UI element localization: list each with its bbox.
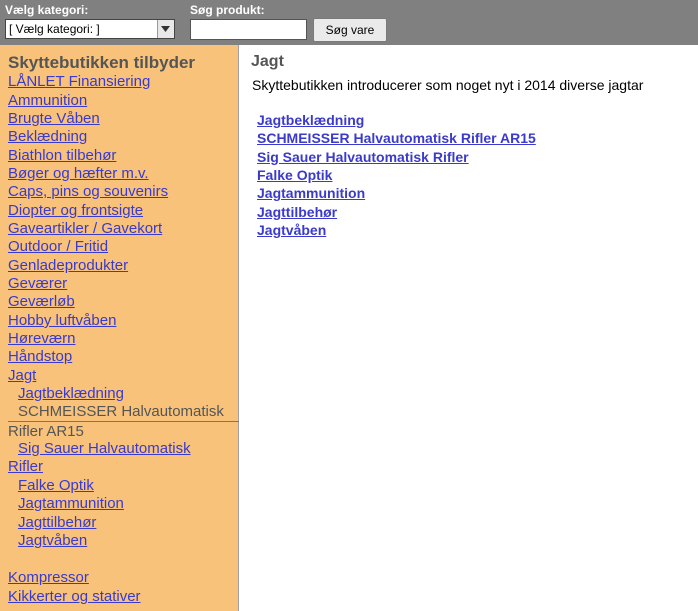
link-falke-optik[interactable]: Falke Optik — [257, 167, 332, 183]
sidebar-item-gaveartikler[interactable]: Gaveartikler / Gavekort — [8, 220, 162, 237]
sidebar-item-biathlon[interactable]: Biathlon tilbehør — [8, 147, 116, 164]
sidebar-item-brugte-vaaben[interactable]: Brugte Våben — [8, 110, 100, 127]
chevron-down-icon[interactable] — [157, 20, 174, 38]
link-jagtbeklaedning[interactable]: Jagtbeklædning — [257, 112, 364, 128]
sidebar-item-hobby[interactable]: Hobby luftvåben — [8, 312, 116, 329]
search-button[interactable]: Søg vare — [313, 18, 387, 42]
sidebar-subitem-sig-sauer-wrap[interactable]: Rifler — [8, 458, 43, 475]
divider — [8, 421, 239, 422]
category-select[interactable]: [ Vælg kategori: ] — [5, 19, 175, 39]
sidebar-item-beklaedning[interactable]: Beklædning — [8, 128, 87, 145]
sidebar-subitem-jagtvaaben[interactable]: Jagtvåben — [18, 532, 87, 549]
sidebar-subitem-falke[interactable]: Falke Optik — [18, 477, 94, 494]
search-input[interactable] — [190, 19, 307, 40]
category-select-value: [ Vælg kategori: ] — [9, 22, 100, 36]
sidebar-item-kikkerter[interactable]: Kikkerter og stativer — [8, 588, 141, 605]
sidebar-item-boeger[interactable]: Bøger og hæfter m.v. — [8, 165, 149, 182]
search-label: Søg produkt: — [190, 3, 265, 17]
top-bar: Vælg kategori: [ Vælg kategori: ] Søg pr… — [0, 0, 698, 45]
sidebar-item-jagt[interactable]: Jagt — [8, 367, 36, 384]
sidebar-item-diopter[interactable]: Diopter og frontsigte — [8, 202, 143, 219]
sidebar-title: Skyttebutikken tilbyder — [8, 53, 196, 72]
link-sig-sauer[interactable]: Sig Sauer Halvautomatisk Rifler — [257, 149, 469, 165]
link-jagttilbehoer[interactable]: Jagttilbehør — [257, 204, 337, 220]
sidebar-item-caps[interactable]: Caps, pins og souvenirs — [8, 183, 168, 200]
sidebar-subitem-jagttilbehoer[interactable]: Jagttilbehør — [18, 514, 96, 531]
sidebar-subitem-schmeisser-wrap[interactable]: Rifler AR15 — [8, 423, 84, 440]
category-label: Vælg kategori: — [5, 3, 89, 17]
sidebar-subitem-jagtammunition[interactable]: Jagtammunition — [18, 495, 124, 512]
sidebar-subitem-jagtbeklaedning[interactable]: Jagtbeklædning — [18, 385, 124, 402]
link-schmeisser[interactable]: SCHMEISSER Halvautomatisk Rifler AR15 — [257, 130, 536, 146]
sidebar-item-hoerevaern[interactable]: Høreværn — [8, 330, 76, 347]
sidebar-item-outdoor[interactable]: Outdoor / Fritid — [8, 238, 108, 255]
sidebar-subitem-sig-sauer[interactable]: Sig Sauer Halvautomatisk — [18, 440, 191, 457]
sidebar-item-genlade[interactable]: Genladeprodukter — [8, 257, 128, 274]
link-jagtvaaben[interactable]: Jagtvåben — [257, 222, 326, 238]
sidebar-item-ammunition[interactable]: Ammunition — [8, 92, 87, 109]
sidebar-subitem-schmeisser[interactable]: SCHMEISSER Halvautomatisk — [18, 403, 224, 420]
sidebar-item-kompressor[interactable]: Kompressor — [8, 569, 89, 586]
intro-text: Skyttebutikken introducerer som noget ny… — [252, 77, 644, 93]
sidebar-item-lanlet[interactable]: LÅNLET Finansiering — [8, 73, 150, 90]
sidebar-item-gevaerer[interactable]: Geværer — [8, 275, 67, 292]
link-jagtammunition[interactable]: Jagtammunition — [257, 185, 365, 201]
sidebar-item-haandstop[interactable]: Håndstop — [8, 348, 72, 365]
page-title: Jagt — [251, 53, 284, 70]
sidebar-item-gevaerloeb[interactable]: Geværløb — [8, 293, 75, 310]
